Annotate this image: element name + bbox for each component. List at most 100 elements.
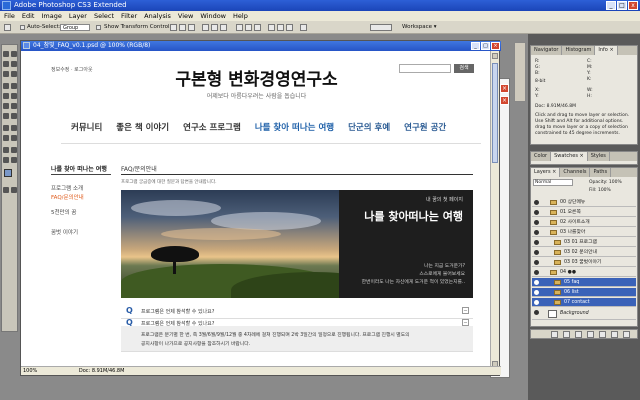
menu-window[interactable]: Window (200, 11, 226, 21)
notes-tool-icon[interactable] (3, 147, 9, 153)
layer-mask-icon[interactable] (575, 331, 582, 338)
new-group-icon[interactable] (599, 331, 606, 338)
move-tool-icon[interactable] (4, 24, 11, 31)
distribute-left-icon[interactable] (268, 24, 275, 31)
shape-tool-icon[interactable] (11, 135, 17, 141)
vertical-scrollbar[interactable] (490, 51, 499, 369)
eye-icon[interactable] (534, 310, 539, 315)
collapsed-panel-dock[interactable] (514, 42, 526, 102)
brush-tool-icon[interactable] (11, 83, 17, 89)
auto-select-dropdown[interactable]: Group (60, 24, 90, 31)
lnb-item-faq[interactable]: FAQ/문의안내 (51, 193, 84, 201)
tab-paths[interactable]: Paths (590, 168, 612, 177)
history-brush-icon[interactable] (11, 93, 17, 99)
distribute-middle-icon[interactable] (245, 24, 252, 31)
nav-community[interactable]: 커뮤니티 (71, 121, 102, 133)
nav-good-books[interactable]: 좋은 책 이야기 (116, 121, 169, 133)
layer-row[interactable]: 04 ●● (532, 268, 636, 277)
fill-field[interactable]: Fill: 100% (589, 188, 611, 193)
auto-align-icon[interactable] (300, 24, 307, 31)
eye-icon[interactable] (534, 250, 539, 255)
align-bottom-icon[interactable] (188, 24, 195, 31)
eye-icon[interactable] (534, 260, 539, 265)
menu-view[interactable]: View (178, 11, 193, 21)
scroll-up-icon[interactable] (492, 53, 498, 59)
layer-row[interactable]: 03 02 문의안내 (532, 248, 636, 257)
nav-journey[interactable]: 나를 찾아 떠나는 여행 (255, 121, 334, 133)
lnb-item-stories[interactable]: 꿈벗 이야기 (51, 228, 78, 236)
eye-icon[interactable] (534, 270, 539, 275)
foreground-color-swatch[interactable] (4, 169, 12, 177)
align-center-icon[interactable] (211, 24, 218, 31)
eye-icon[interactable] (534, 290, 539, 295)
blur-tool-icon[interactable] (3, 113, 9, 119)
menu-analysis[interactable]: Analysis (144, 11, 171, 21)
close-icon[interactable]: × (500, 96, 509, 105)
trash-icon[interactable] (623, 331, 630, 338)
doc-minimize-button[interactable]: _ (471, 42, 480, 50)
doc-maximize-button[interactable]: □ (481, 42, 490, 50)
menu-layer[interactable]: Layer (69, 11, 87, 21)
dodge-tool-icon[interactable] (11, 113, 17, 119)
new-layer-icon[interactable] (611, 331, 618, 338)
type-tool-icon[interactable] (11, 125, 17, 131)
tab-color[interactable]: Color (531, 152, 552, 161)
tab-styles[interactable]: Styles (588, 152, 610, 161)
zoom-level[interactable]: 100% (23, 368, 37, 374)
minimize-button[interactable]: _ (606, 1, 616, 10)
eye-icon[interactable] (534, 240, 539, 245)
path-selection-icon[interactable] (3, 135, 9, 141)
clone-stamp-icon[interactable] (3, 93, 9, 99)
eye-icon[interactable] (534, 220, 539, 225)
layer-row-selected[interactable]: 07 contact (532, 298, 636, 307)
layer-row-selected[interactable]: 05 faq (532, 278, 636, 287)
blend-mode-dropdown[interactable]: Normal (533, 179, 573, 186)
tab-info[interactable]: Info × (595, 46, 618, 55)
menu-image[interactable]: Image (41, 11, 61, 21)
hand-tool-icon[interactable] (3, 157, 9, 163)
magic-wand-icon[interactable] (11, 61, 17, 67)
quick-mask-icon[interactable] (3, 187, 9, 193)
menu-help[interactable]: Help (233, 11, 248, 21)
link-layers-icon[interactable] (551, 331, 558, 338)
layer-row[interactable]: 02 사이트소개 (532, 218, 636, 227)
zoom-tool-icon[interactable] (11, 157, 17, 163)
lnb-item-program-intro[interactable]: 프로그램 소개 (51, 184, 83, 192)
crop-tool-icon[interactable] (3, 71, 9, 77)
marquee-tool-icon[interactable] (11, 51, 17, 57)
layer-row[interactable]: 03 03 꿈벗이야기 (532, 258, 636, 267)
pen-tool-icon[interactable] (3, 125, 9, 131)
adjustment-layer-icon[interactable] (587, 331, 594, 338)
opacity-field[interactable]: Opacity: 100% (589, 180, 622, 185)
lasso-tool-icon[interactable] (3, 61, 9, 67)
layer-style-icon[interactable] (563, 331, 570, 338)
layer-row[interactable]: 03 나를찾아 (532, 228, 636, 237)
close-icon[interactable]: × (500, 84, 509, 93)
lnb-item-dream[interactable]: 5천만의 꿈 (51, 208, 77, 216)
layer-row[interactable]: 03 01 프로그램 (532, 238, 636, 247)
align-middle-icon[interactable] (179, 24, 186, 31)
distribute-right-icon[interactable] (286, 24, 293, 31)
bridge-icon[interactable] (370, 24, 392, 31)
nav-programs[interactable]: 연구소 프로그램 (183, 121, 241, 133)
auto-select-checkbox[interactable] (20, 25, 25, 30)
align-right-icon[interactable] (220, 24, 227, 31)
menu-edit[interactable]: Edit (22, 11, 35, 21)
slice-tool-icon[interactable] (11, 71, 17, 77)
collapse-icon[interactable]: − (462, 307, 469, 314)
tab-swatches[interactable]: Swatches × (551, 152, 588, 161)
align-top-icon[interactable] (170, 24, 177, 31)
healing-brush-icon[interactable] (3, 83, 9, 89)
eraser-tool-icon[interactable] (3, 103, 9, 109)
menu-filter[interactable]: Filter (121, 11, 137, 21)
distribute-bottom-icon[interactable] (254, 24, 261, 31)
layer-row[interactable]: 01 오른쪽 (532, 208, 636, 217)
nav-dangun[interactable]: 단군의 후예 (348, 121, 390, 133)
layer-row[interactable]: 00 상단메뉴 (532, 198, 636, 207)
eyedropper-icon[interactable] (11, 147, 17, 153)
collapse-icon[interactable]: − (462, 319, 469, 326)
layer-row-selected[interactable]: 06 list (532, 288, 636, 297)
distribute-center-icon[interactable] (277, 24, 284, 31)
close-button[interactable]: x (628, 1, 638, 10)
align-left-icon[interactable] (202, 24, 209, 31)
